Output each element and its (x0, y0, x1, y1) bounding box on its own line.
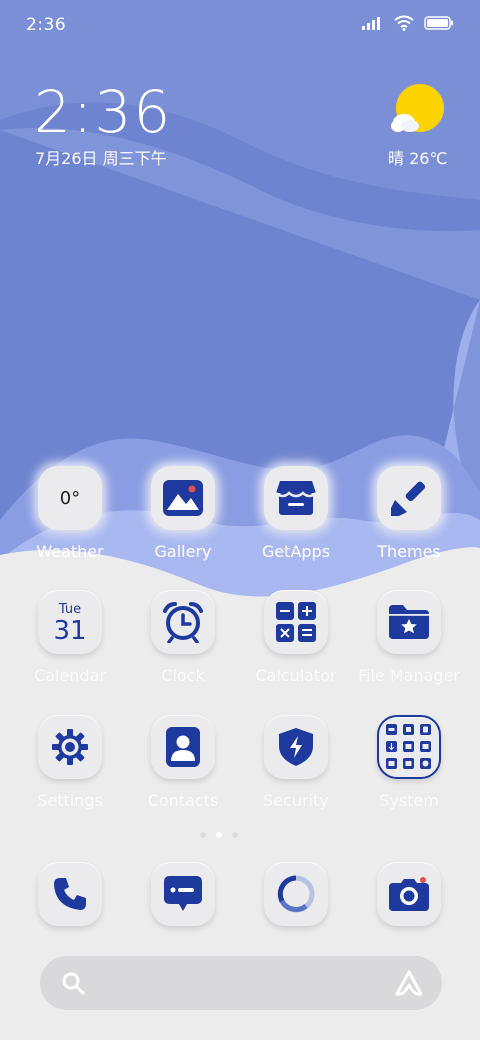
shield-icon[interactable] (264, 715, 328, 779)
app-label-weather: Weather (36, 542, 104, 561)
app-calculator[interactable]: Calculator (240, 590, 352, 700)
app-label-clock: Clock (161, 666, 205, 685)
camera-icon[interactable] (377, 862, 441, 926)
status-bar: 2:36 (0, 0, 480, 50)
weather-tile-temp: 0° (59, 487, 81, 509)
status-time: 2:36 (26, 15, 67, 35)
page-dot[interactable] (200, 832, 206, 838)
calculator-icon[interactable] (264, 590, 328, 654)
weather-sun-icon[interactable] (390, 82, 446, 136)
browser-ring-icon[interactable] (264, 862, 328, 926)
app-clock[interactable]: Clock (127, 590, 239, 700)
assistant-icon[interactable] (394, 968, 424, 998)
app-label-security: Security (263, 791, 329, 810)
app-label-system: System (379, 791, 439, 810)
page-dot-active[interactable] (216, 832, 222, 838)
app-gallery[interactable]: Gallery (127, 466, 239, 576)
battery-icon (424, 16, 453, 30)
app-system-folder[interactable]: System (353, 715, 465, 825)
search-bar[interactable] (40, 956, 442, 1010)
clock-widget-date: 7月26日 周三下午 (35, 149, 167, 168)
app-label-gallery: Gallery (154, 542, 212, 561)
alarm-clock-icon[interactable] (151, 590, 215, 654)
calendar-date: 31 (53, 615, 87, 646)
clock-widget-time[interactable]: 2:36 (34, 78, 172, 146)
app-label-contacts: Contacts (147, 791, 219, 810)
page-indicator (200, 832, 238, 838)
app-contacts[interactable]: Contacts (127, 715, 239, 825)
app-getapps[interactable]: GetApps (240, 466, 352, 576)
app-weather[interactable]: 0° Weather (14, 466, 126, 576)
app-label-calculator: Calculator (255, 666, 337, 685)
folder-star-icon[interactable] (377, 590, 441, 654)
search-icon[interactable] (60, 970, 86, 996)
weather-app-icon[interactable]: 0° (38, 466, 102, 530)
calendar-icon[interactable]: Tue 31 (38, 590, 102, 654)
app-calendar[interactable]: Tue 31 Calendar (14, 590, 126, 700)
message-bubble-icon[interactable] (151, 862, 215, 926)
system-folder-icon[interactable] (377, 715, 441, 779)
weather-widget-text: 晴 26℃ (388, 149, 448, 168)
getapps-store-icon[interactable] (264, 466, 328, 530)
gear-icon[interactable] (38, 715, 102, 779)
contacts-person-icon[interactable] (151, 715, 215, 779)
app-label-file-manager: File Manager (358, 666, 460, 685)
calendar-day: Tue (58, 601, 82, 617)
phone-icon[interactable] (38, 862, 102, 926)
app-label-calendar: Calendar (34, 666, 106, 685)
app-file-manager[interactable]: File Manager (353, 590, 465, 700)
gallery-icon[interactable] (151, 466, 215, 530)
signal-icon (362, 17, 380, 30)
wifi-icon (394, 15, 414, 31)
app-label-settings: Settings (37, 791, 103, 810)
app-label-themes: Themes (377, 542, 441, 561)
app-settings[interactable]: Settings (14, 715, 126, 825)
app-security[interactable]: Security (240, 715, 352, 825)
themes-brush-icon[interactable] (377, 466, 441, 530)
page-dot[interactable] (232, 832, 238, 838)
app-label-getapps: GetApps (261, 542, 331, 561)
status-icons (362, 15, 454, 31)
app-themes[interactable]: Themes (353, 466, 465, 576)
